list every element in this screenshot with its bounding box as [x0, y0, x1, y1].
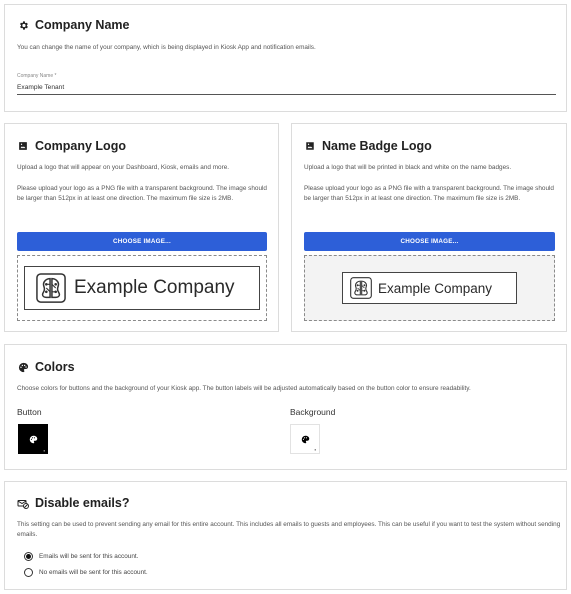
radio-selected-dot	[26, 554, 31, 559]
circuit-logo-icon	[36, 273, 66, 303]
palette-icon	[29, 435, 38, 444]
background-color-label: Background	[290, 407, 336, 417]
swatch-corner-mark: ▪	[314, 447, 316, 452]
name-badge-logo-preview: Example Company	[304, 255, 555, 321]
name-badge-logo-image: Example Company	[342, 272, 517, 304]
emails-enabled-option[interactable]: Emails will be sent for this account.	[24, 552, 138, 561]
swatch-corner-mark: ▪	[43, 448, 45, 453]
emails-enabled-radio[interactable]	[24, 552, 33, 561]
company-logo-text: Example Company	[74, 277, 235, 298]
disable-emails-description: This setting can be used to prevent send…	[17, 521, 561, 538]
emails-enabled-label: Emails will be sent for this account.	[39, 553, 139, 560]
button-color-label: Button	[17, 407, 42, 417]
name-badge-logo-title: Name Badge Logo	[322, 139, 432, 153]
disable-emails-title: Disable emails?	[35, 496, 130, 510]
choose-company-logo-button[interactable]: CHOOSE IMAGE...	[17, 232, 267, 251]
company-logo-description: Upload a logo that will appear on your D…	[17, 164, 230, 171]
company-name-header: Company Name	[17, 18, 129, 32]
company-name-field-value[interactable]: Example Tenant	[17, 84, 556, 91]
name-badge-logo-card: Name Badge Logo Upload a logo that will …	[291, 123, 567, 332]
company-name-title: Company Name	[35, 18, 130, 32]
button-color-swatch[interactable]: ▪	[18, 424, 48, 454]
colors-title: Colors	[35, 360, 75, 374]
company-logo-card: Company Logo Upload a logo that will app…	[4, 123, 279, 332]
emails-disabled-option[interactable]: No emails will be sent for this account.	[24, 568, 148, 577]
background-color-swatch[interactable]: ▪	[290, 424, 320, 454]
company-name-card: Company Name You can change the name of …	[4, 4, 567, 112]
gear-icon	[17, 19, 29, 31]
company-logo-preview: Example Company	[17, 255, 267, 321]
palette-icon	[301, 435, 310, 444]
palette-icon	[17, 361, 29, 373]
name-badge-logo-text: Example Company	[378, 280, 493, 296]
colors-description: Choose colors for buttons and the backgr…	[17, 385, 471, 392]
name-badge-logo-requirements: Please upload your logo as a PNG file wi…	[304, 185, 554, 202]
disable-emails-header: Disable emails?	[17, 496, 130, 510]
name-badge-logo-header: Name Badge Logo	[304, 139, 432, 153]
emails-disabled-label: No emails will be sent for this account.	[39, 569, 148, 576]
company-logo-image: Example Company	[24, 266, 260, 310]
company-name-field-label: Company Name *	[17, 73, 57, 79]
name-badge-logo-description: Upload a logo that will be printed in bl…	[304, 164, 512, 171]
colors-header: Colors	[17, 360, 75, 374]
choose-name-badge-logo-button[interactable]: CHOOSE IMAGE...	[304, 232, 555, 251]
emails-disabled-radio[interactable]	[24, 568, 33, 577]
disable-emails-card: Disable emails? This setting can be used…	[4, 481, 567, 590]
company-logo-header: Company Logo	[17, 139, 126, 153]
image-icon	[17, 140, 29, 152]
company-logo-requirements: Please upload your logo as a PNG file wi…	[17, 185, 267, 202]
company-name-description: You can change the name of your company,…	[17, 44, 316, 51]
company-logo-title: Company Logo	[35, 139, 126, 153]
company-name-field[interactable]: Company Name * Example Tenant	[17, 73, 556, 95]
colors-card: Colors Choose colors for buttons and the…	[4, 344, 567, 470]
circuit-logo-icon	[350, 277, 372, 299]
mail-off-icon	[17, 497, 29, 509]
image-icon	[304, 140, 316, 152]
